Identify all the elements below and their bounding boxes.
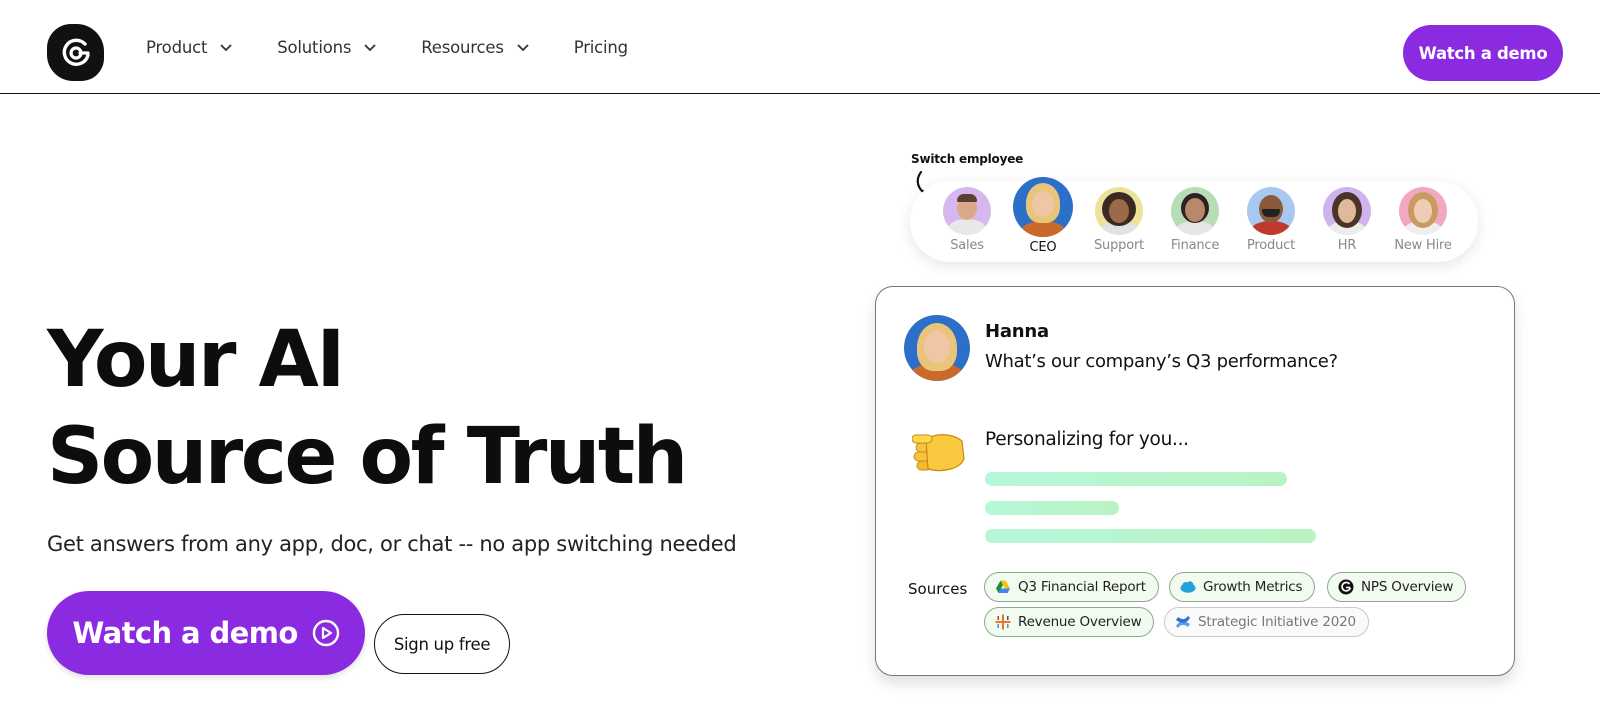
hero-title: Your AI Source of Truth	[47, 312, 688, 506]
sign-up-free-button[interactable]: Sign up free	[374, 614, 510, 674]
source-chip[interactable]: Growth Metrics	[1169, 572, 1316, 602]
employee-new-hire[interactable]: New Hire	[1385, 181, 1461, 253]
tableau-icon	[995, 614, 1011, 630]
nav-product[interactable]: Product	[146, 38, 233, 57]
nav-solutions-label: Solutions	[277, 37, 352, 57]
glean-logo-icon[interactable]	[47, 24, 104, 81]
employee-support[interactable]: Support	[1081, 181, 1157, 253]
source-label: Growth Metrics	[1203, 579, 1303, 595]
personalizing-status: Personalizing for you...	[985, 429, 1189, 450]
header-watch-demo-button[interactable]: Watch a demo	[1403, 25, 1563, 81]
employee-ceo[interactable]: CEO	[1005, 177, 1081, 255]
sources-label: Sources	[908, 580, 968, 598]
site-header: Product Solutions Resources Pricing Watc…	[0, 0, 1600, 94]
nav-resources-label: Resources	[421, 37, 504, 57]
employee-role-label: Product	[1247, 238, 1295, 253]
loading-bar	[985, 501, 1119, 515]
nav-pricing[interactable]: Pricing	[574, 38, 628, 57]
google-drive-icon	[996, 580, 1010, 593]
source-label: NPS Overview	[1361, 579, 1454, 595]
employee-finance[interactable]: Finance	[1157, 181, 1233, 253]
chevron-down-icon	[220, 44, 232, 52]
avatar	[1171, 187, 1219, 235]
nav-resources[interactable]: Resources	[421, 38, 529, 57]
chevron-down-icon	[364, 44, 376, 52]
avatar	[1095, 187, 1143, 235]
employee-product[interactable]: Product	[1233, 181, 1309, 253]
avatar	[1247, 187, 1295, 235]
employee-role-label: HR	[1337, 238, 1357, 253]
chevron-down-icon	[517, 44, 529, 52]
chat-card: Hanna What’s our company’s Q3 performanc…	[875, 286, 1515, 676]
user-question: What’s our company’s Q3 performance?	[985, 351, 1338, 372]
employee-sales[interactable]: Sales	[929, 181, 1005, 253]
source-label: Strategic Initiative 2020	[1198, 614, 1356, 630]
employee-role-label: New Hire	[1394, 238, 1452, 253]
hero-watch-demo-label: Watch a demo	[72, 616, 298, 650]
play-circle-icon	[312, 619, 339, 647]
employee-role-label: CEO	[1029, 240, 1057, 255]
main-nav: Product Solutions Resources Pricing	[146, 0, 672, 94]
avatar	[1323, 187, 1371, 235]
source-chip[interactable]: Q3 Financial Report	[984, 572, 1159, 602]
loading-bar	[985, 529, 1316, 543]
user-avatar	[904, 315, 970, 381]
confluence-icon	[1176, 616, 1190, 628]
source-label: Revenue Overview	[1018, 614, 1142, 630]
loading-bar	[985, 472, 1287, 486]
logo-mark	[62, 38, 90, 66]
avatar	[1399, 187, 1447, 235]
nav-pricing-label: Pricing	[573, 37, 628, 57]
source-chip[interactable]: NPS Overview	[1327, 572, 1467, 602]
user-name: Hanna	[985, 321, 1049, 342]
source-chip[interactable]: Strategic Initiative 2020	[1164, 607, 1369, 637]
nav-product-label: Product	[146, 37, 208, 57]
employee-hr[interactable]: HR	[1309, 181, 1385, 253]
nav-solutions[interactable]: Solutions	[277, 38, 377, 57]
employee-switcher: Sales CEO Support Finance Product HR New…	[910, 177, 1478, 262]
employee-role-label: Sales	[950, 238, 984, 253]
hero-watch-demo-button[interactable]: Watch a demo	[47, 591, 365, 675]
source-label: Q3 Financial Report	[1018, 579, 1146, 595]
hero-title-line1: Your AI	[47, 315, 345, 405]
source-chip[interactable]: Revenue Overview	[984, 607, 1155, 637]
hero-subtitle: Get answers from any app, doc, or chat -…	[47, 532, 737, 556]
employee-role-label: Support	[1094, 238, 1144, 253]
hero-title-line2: Source of Truth	[47, 412, 688, 502]
avatar	[1013, 177, 1073, 237]
pointing-hand-icon	[912, 434, 965, 472]
avatar	[943, 187, 991, 235]
employee-role-label: Finance	[1170, 238, 1220, 253]
glean-icon	[1338, 579, 1354, 595]
switch-employee-label: Switch employee	[911, 152, 1024, 166]
salesforce-icon	[1180, 581, 1196, 593]
